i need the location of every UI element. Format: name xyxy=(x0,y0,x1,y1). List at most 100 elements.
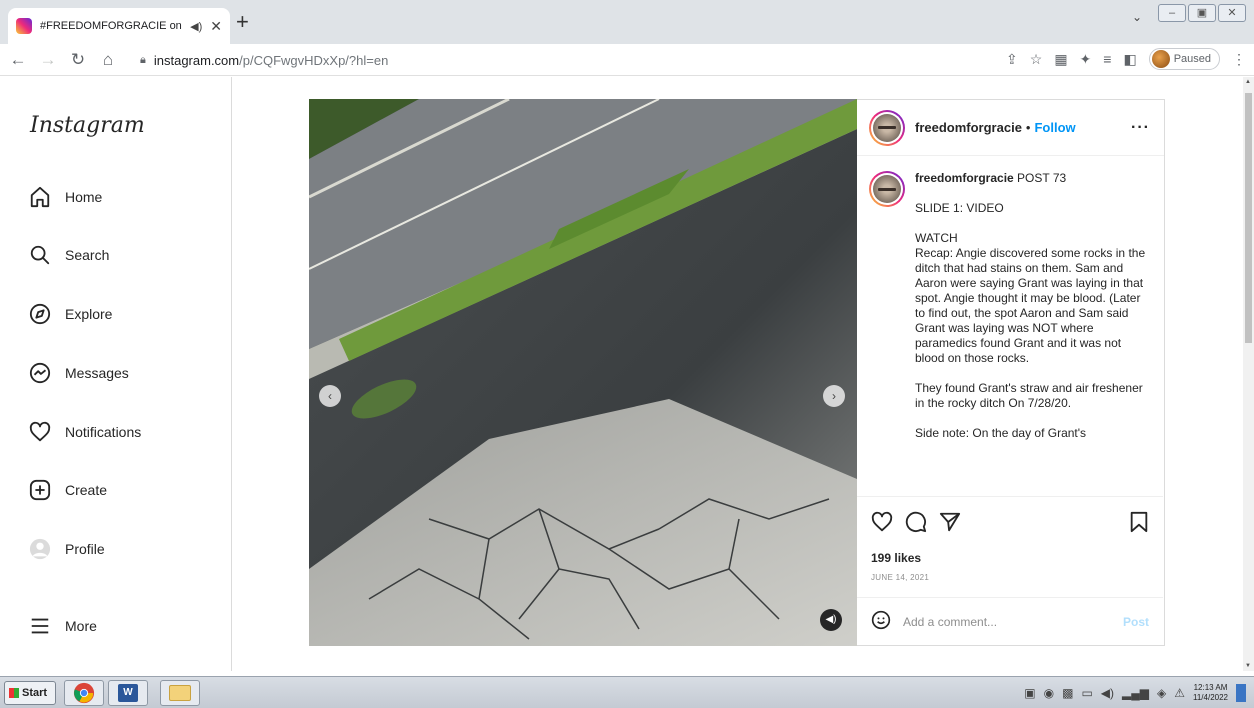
show-desktop-button[interactable] xyxy=(1236,684,1246,702)
start-label: Start xyxy=(22,687,48,699)
next-slide-button[interactable]: › xyxy=(823,385,845,407)
sidebar-item-home[interactable]: Home xyxy=(28,185,102,209)
volume-icon[interactable]: ◀) xyxy=(1101,686,1114,700)
tab-search-chevron-icon[interactable]: ⌄ xyxy=(1132,10,1142,24)
audio-toggle-icon[interactable]: ◀) xyxy=(820,609,842,631)
reload-icon[interactable]: ↻ xyxy=(66,50,90,70)
folder-icon xyxy=(169,685,191,701)
sidebar-item-more[interactable]: More xyxy=(28,614,97,638)
post-video[interactable]: ‹ › ◀) xyxy=(309,99,857,646)
tray-icon[interactable]: ◉ xyxy=(1044,686,1054,700)
profile-button[interactable]: Paused xyxy=(1148,48,1220,70)
profile-avatar xyxy=(1151,50,1170,68)
sidebar-item-label: Messages xyxy=(65,365,129,381)
post-view: ‹ › ◀) freedomforgracie • Follow ··· fre… xyxy=(233,77,1243,671)
sidebar-item-label: Search xyxy=(65,247,110,263)
clock[interactable]: 12:13 AM 11/4/2022 xyxy=(1193,683,1228,703)
word-taskbar-button[interactable]: W xyxy=(108,680,148,706)
author-avatar[interactable] xyxy=(869,109,905,146)
sidebar-item-label: Notifications xyxy=(65,424,142,440)
comment-box: Add a comment... Post xyxy=(857,597,1163,645)
caption-text: freedomforgracie POST 73 SLIDE 1: VIDEO … xyxy=(915,171,1147,456)
instagram-sidebar: Instagram Home Search Explore Messages N… xyxy=(0,77,232,671)
plus-square-icon xyxy=(28,478,52,502)
warning-icon[interactable]: ⚠ xyxy=(1174,686,1185,700)
forward-icon[interactable]: → xyxy=(36,50,60,70)
sidebar-item-notifications[interactable]: Notifications xyxy=(28,420,141,444)
speaker-icon[interactable]: ◀) xyxy=(190,20,202,33)
start-button[interactable]: Start xyxy=(4,681,56,705)
sidebar-item-messages[interactable]: Messages xyxy=(28,361,129,385)
caption-username[interactable]: freedomforgracie xyxy=(915,171,1014,185)
comment-icon[interactable] xyxy=(905,511,927,538)
sidebar-item-label: Create xyxy=(65,482,108,498)
compass-icon xyxy=(28,302,52,326)
back-icon[interactable]: ← xyxy=(6,50,30,70)
caption-paragraph: They found Grant's straw and air freshen… xyxy=(915,381,1143,410)
emoji-icon[interactable] xyxy=(871,610,891,633)
caption-paragraph: POST 73 xyxy=(1017,171,1067,185)
page-scrollbar[interactable]: ▲ ▼ xyxy=(1243,77,1254,671)
reading-list-icon[interactable]: ≡ xyxy=(1103,51,1111,67)
author-username[interactable]: freedomforgracie xyxy=(915,120,1022,135)
browser-tab[interactable]: #FREEDOMFORGRACIE on Ins ◀) ✕ xyxy=(8,8,230,44)
previous-slide-button[interactable]: ‹ xyxy=(319,385,341,407)
network-signal-icon[interactable]: ▂▄▆ xyxy=(1122,686,1149,700)
sidebar-item-profile[interactable]: Profile xyxy=(28,537,105,561)
bookmark-star-icon[interactable]: ☆ xyxy=(1030,51,1043,68)
home-button-icon[interactable]: ⌂ xyxy=(96,50,120,70)
scroll-up-icon[interactable]: ▲ xyxy=(1245,79,1251,85)
tray-icon[interactable]: ▣ xyxy=(1024,686,1035,700)
window-controls: – ▣ ✕ xyxy=(1158,4,1246,22)
close-window-button[interactable]: ✕ xyxy=(1218,4,1246,22)
explorer-taskbar-button[interactable] xyxy=(160,680,200,706)
more-options-icon[interactable]: ··· xyxy=(1131,119,1150,137)
system-tray: ▣ ◉ ▩ ▭ ◀) ▂▄▆ ◈ ⚠ 12:13 AM 11/4/2022 xyxy=(1016,679,1254,707)
sidebar-item-label: More xyxy=(65,618,97,634)
new-tab-button[interactable]: + xyxy=(236,11,249,33)
post-comment-button[interactable]: Post xyxy=(1123,615,1149,629)
likes-count[interactable]: 199 likes xyxy=(871,551,1149,565)
side-panel-icon[interactable]: ◧ xyxy=(1123,51,1136,68)
scroll-down-icon[interactable]: ▼ xyxy=(1245,663,1251,669)
post-header: freedomforgracie • Follow ··· xyxy=(857,100,1164,156)
like-heart-icon[interactable] xyxy=(871,511,893,538)
close-tab-icon[interactable]: ✕ xyxy=(210,18,222,35)
bookmark-save-icon[interactable] xyxy=(1129,511,1149,538)
lock-icon[interactable]: 🔒︎ xyxy=(140,54,146,67)
caption-paragraph: WATCH Recap: Angie discovered some rocks… xyxy=(915,231,1146,365)
extension-icon[interactable]: ▦ xyxy=(1054,51,1067,68)
sidebar-item-label: Explore xyxy=(65,306,113,322)
maximize-button[interactable]: ▣ xyxy=(1188,4,1216,22)
road-photo xyxy=(309,99,857,646)
instagram-logo[interactable]: Instagram xyxy=(30,113,145,138)
sidebar-item-create[interactable]: Create xyxy=(28,478,107,502)
post-actions: 199 likes JUNE 14, 2021 xyxy=(857,496,1163,582)
profile-status: Paused xyxy=(1173,53,1211,65)
chrome-taskbar-button[interactable] xyxy=(64,680,104,706)
scroll-thumb[interactable] xyxy=(1245,93,1252,343)
comment-input[interactable]: Add a comment... xyxy=(903,615,997,629)
share-paper-plane-icon[interactable] xyxy=(939,511,961,538)
tray-icon[interactable]: ▩ xyxy=(1062,686,1073,700)
sidebar-item-search[interactable]: Search xyxy=(28,243,109,267)
kebab-menu-icon[interactable]: ⋮ xyxy=(1232,51,1246,68)
messenger-icon xyxy=(28,361,52,385)
sidebar-item-label: Profile xyxy=(65,541,105,557)
follow-button[interactable]: Follow xyxy=(1034,120,1075,135)
windows-taskbar: Start W ▣ ◉ ▩ ▭ ◀) ▂▄▆ ◈ ⚠ 12:13 AM 11/4… xyxy=(0,676,1254,708)
heart-icon xyxy=(28,420,52,444)
minimize-button[interactable]: – xyxy=(1158,4,1186,22)
puzzle-icon[interactable]: ✦ xyxy=(1080,51,1092,68)
tray-icon[interactable]: ▭ xyxy=(1081,686,1092,700)
browser-toolbar: ← → ↻ ⌂ 🔒︎ instagram.com/p/CQFwgvHDxXp/?… xyxy=(0,44,1254,76)
share-icon[interactable]: ⇪ xyxy=(1006,51,1018,68)
search-icon xyxy=(28,243,52,267)
sidebar-item-explore[interactable]: Explore xyxy=(28,302,112,326)
post-date[interactable]: JUNE 14, 2021 xyxy=(871,573,1149,582)
address-bar[interactable]: 🔒︎ instagram.com/p/CQFwgvHDxXp/?hl=en xyxy=(140,49,388,71)
caption-avatar[interactable] xyxy=(869,171,905,207)
clock-time: 12:13 AM xyxy=(1193,683,1228,692)
sidebar-item-label: Home xyxy=(65,189,103,205)
tray-icon[interactable]: ◈ xyxy=(1157,686,1166,700)
